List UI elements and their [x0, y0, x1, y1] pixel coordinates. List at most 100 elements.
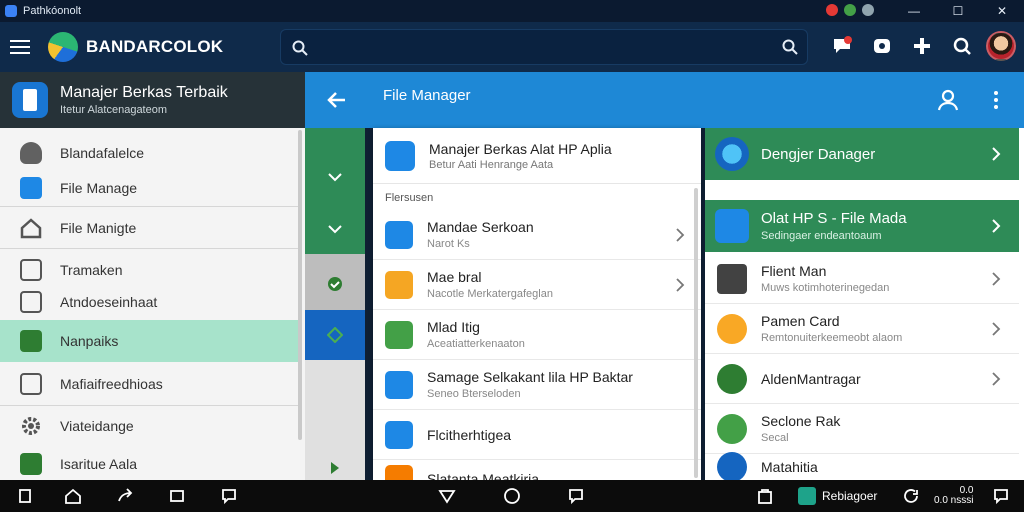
terminal-icon: [717, 263, 747, 294]
list-item[interactable]: Samage Selkakant lila HP Baktar Seneo Bte…: [373, 360, 701, 410]
tool-row[interactable]: Pamen Card Remtonuiterkeemeobt alaom: [705, 304, 1019, 354]
check-circle-icon: [328, 277, 342, 291]
tool-row[interactable]: Matahitia: [705, 452, 1019, 482]
list-item-title: Samage Selkakant lila HP Baktar: [427, 369, 633, 385]
shield-icon: [20, 142, 42, 164]
record-tray-icon[interactable]: [826, 4, 838, 16]
share-icon[interactable]: [116, 487, 134, 505]
drawer-item-label: Blandafalelce: [60, 145, 145, 161]
drawer-item-label: File Manage: [60, 180, 138, 196]
apps-icon: [715, 209, 749, 243]
list-header-title: Manajer Berkas Alat HP Aplia: [429, 140, 612, 157]
drawer-scrollbar[interactable]: [298, 130, 302, 440]
strip-segment[interactable]: [305, 188, 365, 254]
strip-segment: [305, 360, 365, 480]
drawer-item-label: Nanpaiks: [60, 333, 119, 349]
find-user-button[interactable]: [946, 30, 978, 62]
add-button[interactable]: [906, 30, 938, 62]
avatar[interactable]: [986, 31, 1016, 61]
app-header: BANDARCOLOK: [0, 22, 1024, 72]
drawer-item[interactable]: Blandafalelce: [0, 133, 300, 173]
search-submit-icon[interactable]: [781, 38, 799, 56]
chat-icon: [717, 452, 747, 482]
list-item-title: Mlad Itig: [427, 319, 480, 335]
list-scrollbar[interactable]: [694, 188, 698, 478]
list-item[interactable]: Mandae Serkoan Narot Ks: [373, 210, 701, 260]
clock-line-2: 0.0 nsssi: [934, 495, 974, 506]
home-icon[interactable]: [64, 487, 82, 505]
maximize-button[interactable]: ☐: [936, 0, 980, 22]
drawer-item[interactable]: Atndoeseinhaat: [0, 282, 300, 322]
green-card[interactable]: Olat HP S - File Mada Sedingaer endeantoa…: [705, 200, 1019, 252]
drawer-item[interactable]: Isaritue Aala: [0, 447, 300, 480]
minimize-button[interactable]: —: [892, 0, 936, 22]
drawer-item-active[interactable]: Nanpaiks: [0, 320, 300, 362]
chevron-right-icon: [676, 278, 685, 292]
chevron-right-icon: [676, 228, 685, 242]
system-tray: [826, 4, 874, 16]
main-toolbar: File Manager: [305, 72, 1024, 128]
drawer-divider: [0, 248, 300, 249]
tool-row[interactable]: Seclone Rak Secal: [705, 404, 1019, 454]
close-button[interactable]: ✕: [980, 0, 1024, 22]
strip-segment[interactable]: [305, 310, 365, 360]
bag-icon[interactable]: [756, 487, 774, 505]
list-item[interactable]: Mlad Itig Aceatiatterkenaaton: [373, 310, 701, 360]
list-item-subtitle: Nacotle Merkatergafeglan: [427, 288, 553, 300]
box-icon: [20, 291, 42, 313]
comment-icon[interactable]: [220, 487, 238, 505]
record-icon: [874, 39, 890, 53]
taskbar-app-chip[interactable]: Rebiagoer: [798, 487, 877, 505]
refresh-icon[interactable]: [902, 487, 920, 505]
list-item-title: Flcitherhtigea: [427, 426, 512, 443]
file-manager-logo-icon: [12, 82, 48, 118]
back-arrow-icon[interactable]: [325, 88, 349, 112]
message-icon[interactable]: [567, 487, 585, 505]
list-item-subtitle: Aceatiatterkenaaton: [427, 338, 525, 350]
menu-icon[interactable]: [0, 22, 40, 72]
drawer-item-label: Mafiaifreedhioas: [60, 376, 163, 392]
list-header[interactable]: Manajer Berkas Alat HP Aplia Betur Aati …: [373, 128, 701, 184]
list-header-subtitle: Betur Aati Henrange Aata: [429, 158, 554, 171]
record-button[interactable]: [866, 30, 898, 62]
list-item-subtitle: Seneo Bterseloden: [427, 388, 521, 400]
network-tray-icon[interactable]: [844, 4, 856, 16]
search-input[interactable]: [317, 36, 757, 60]
drawer-item[interactable]: File Manage: [0, 168, 300, 208]
list-icon: [385, 220, 413, 249]
list-item[interactable]: Flcitherhtigea: [373, 410, 701, 460]
home-circle-icon[interactable]: [503, 487, 521, 505]
drawer-divider: [0, 206, 300, 207]
clock: 0.0 0.0 nsssi: [934, 486, 973, 506]
drawer-item[interactable]: Mafiaifreedhioas: [0, 364, 300, 404]
settings-tray-icon[interactable]: [862, 4, 874, 16]
brand-name: BANDARCOLOK: [86, 37, 224, 56]
chevron-right-icon: [992, 272, 1001, 286]
chat-button[interactable]: [826, 30, 858, 62]
window-icon[interactable]: [168, 487, 186, 505]
tool-title: Matahitia: [761, 459, 818, 475]
arrow-icon: [331, 462, 339, 474]
storage-app-icon: [385, 140, 415, 171]
search-bar[interactable]: [280, 29, 808, 65]
list-item[interactable]: Mae bral Nacotle Merkatergafeglan: [373, 260, 701, 310]
notification-icon[interactable]: [992, 487, 1010, 505]
strip-segment[interactable]: [305, 254, 365, 310]
drawer-item[interactable]: Viateidange: [0, 406, 300, 446]
tool-row[interactable]: AldenMantragar: [705, 354, 1019, 404]
green-card-subtitle: Sedingaer endeantoaum: [761, 230, 882, 242]
chevron-right-icon: [992, 219, 1001, 233]
tool-row[interactable]: Flient Man Muws kotimhoterinegedan: [705, 254, 1019, 304]
green-card[interactable]: Dengjer Danager: [705, 128, 1019, 180]
user-icon[interactable]: [936, 88, 960, 112]
more-vert-icon[interactable]: [986, 88, 1006, 112]
recent-apps-icon[interactable]: [16, 487, 34, 505]
tools-panel: Dengjer Danager Olat HP S - File Mada Sed…: [705, 128, 1024, 482]
document-icon: [20, 330, 42, 352]
app-chip-icon: [798, 487, 816, 505]
drawer-item[interactable]: File Manigte: [0, 208, 300, 248]
strip-segment[interactable]: [305, 128, 365, 188]
back-triangle-icon[interactable]: [438, 487, 456, 505]
refresh-icon: [717, 413, 747, 444]
chevron-right-icon: [992, 322, 1001, 336]
